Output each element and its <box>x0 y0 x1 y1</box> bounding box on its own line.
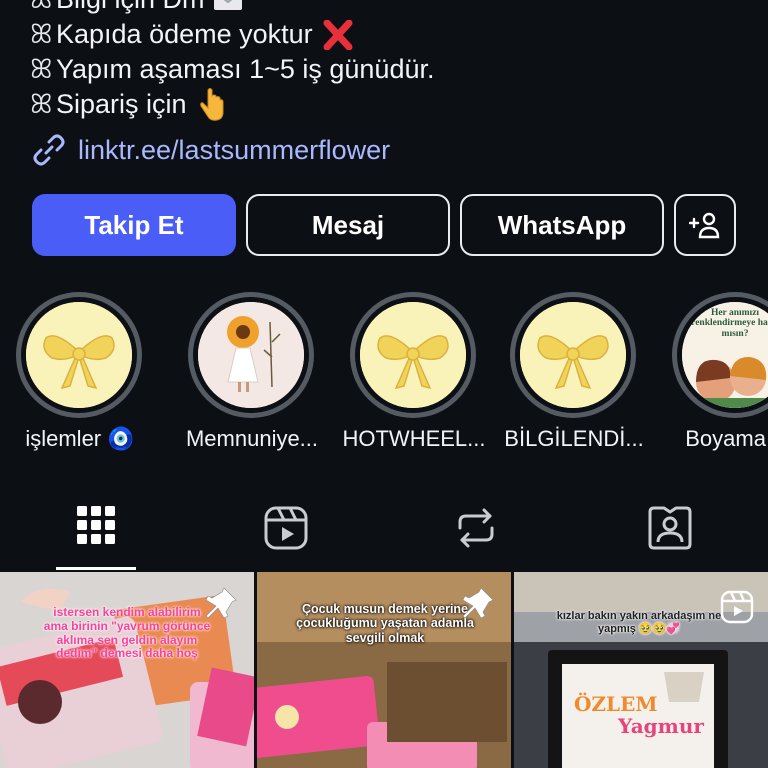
post-thumbnail[interactable]: kızlar bakın yakın arkadaşım ne yapmış 🥹… <box>514 572 768 768</box>
highlight-ring: Her anımızı renklendirmeye hazır mısın? <box>672 292 768 418</box>
highlight-label: işlemler 🧿 <box>25 426 135 451</box>
tab-reels[interactable] <box>190 490 382 570</box>
ribbon-icon: ꕤ <box>30 89 53 119</box>
post-overlay-text: istersen kendim alabilirim ama birinin "… <box>43 605 211 661</box>
highlight-ring <box>510 292 636 418</box>
highlight-ring-inner <box>193 297 309 413</box>
bio-link[interactable]: linktr.ee/lastsummerflower <box>32 133 390 167</box>
cross-mark-icon <box>321 19 355 50</box>
tab-tagged[interactable] <box>574 490 766 570</box>
add-friend-button[interactable] <box>674 194 736 256</box>
tagged-icon <box>648 506 692 550</box>
reposts-icon <box>458 508 494 548</box>
yellow-bow-image <box>520 302 626 408</box>
frame-name-1: ÖZLEM <box>574 692 658 716</box>
highlight-ring-inner <box>21 297 137 413</box>
yellow-bow-image <box>360 302 466 408</box>
bio-section: ꕤ Bilgi için Dm ꕤ Kapıda ödeme yoktur ꕤ … <box>30 0 750 122</box>
yellow-bow-image <box>26 302 132 408</box>
highlight-label: Memnuniye... <box>185 426 319 451</box>
highlight-ring <box>350 292 476 418</box>
bio-text: Kapıda ödeme yoktur <box>56 19 313 49</box>
highlight-label: Boyama K <box>685 426 768 451</box>
ribbon-icon: ꕤ <box>30 0 56 17</box>
active-tab-indicator <box>56 567 136 570</box>
highlight-caption: Her anımızı renklendirmeye hazır mısın? <box>691 308 768 339</box>
grid-icon <box>77 506 115 544</box>
highlight-ring-inner <box>515 297 631 413</box>
reels-icon <box>720 590 754 624</box>
post-overlay-text: Çocuk musun demek yerine çocukluğumu yaş… <box>296 602 474 645</box>
tab-grid[interactable] <box>0 490 192 570</box>
sunflower-girl-image <box>198 302 304 408</box>
ribbon-icon: ꕤ <box>30 54 53 84</box>
post-grid: istersen kendim alabilirim ama birinin "… <box>0 572 768 768</box>
profile-tabs <box>0 490 768 570</box>
point-down-icon <box>199 87 225 122</box>
reels-icon <box>264 506 308 550</box>
post-overlay-text: kızlar bakın yakın arkadaşım ne yapmış 🥹… <box>556 610 722 635</box>
tab-reposts[interactable] <box>380 490 572 570</box>
message-button[interactable]: Mesaj <box>246 194 450 256</box>
link-text[interactable]: linktr.ee/lastsummerflower <box>78 135 390 166</box>
bio-line: ꕤ Yapım aşaması 1~5 iş günüdür. <box>30 52 750 87</box>
bio-text: Bilgi için Dm <box>56 0 205 17</box>
add-person-icon <box>689 212 720 239</box>
couple-illustration-image: Her anımızı renklendirmeye hazır mısın? <box>682 302 768 408</box>
highlight-ring <box>16 292 142 418</box>
highlight-label: HOTWHEEL... <box>342 426 486 451</box>
envelope-icon <box>213 0 243 12</box>
highlight-label: BİLGİLENDİ... <box>504 426 644 451</box>
bio-text: Yapım aşaması 1~5 iş günüdür. <box>56 54 435 84</box>
highlight-ring-inner: Her anımızı renklendirmeye hazır mısın? <box>677 297 768 413</box>
pin-icon <box>205 587 237 619</box>
ribbon-icon: ꕤ <box>30 19 53 49</box>
bio-text: Sipariş için <box>56 89 187 119</box>
bio-line: ꕤ Bilgi için Dm <box>30 0 750 17</box>
post-thumbnail[interactable]: istersen kendim alabilirim ama birinin "… <box>0 572 254 768</box>
pin-icon <box>462 587 494 619</box>
follow-button[interactable]: Takip Et <box>32 194 236 256</box>
link-icon <box>32 133 66 167</box>
whatsapp-button[interactable]: WhatsApp <box>460 194 664 256</box>
bio-line: ꕤ Sipariş için <box>30 87 750 122</box>
post-thumbnail[interactable]: Çocuk musun demek yerine çocukluğumu yaş… <box>257 572 511 768</box>
highlight-ring <box>188 292 314 418</box>
highlight-ring-inner <box>355 297 471 413</box>
story-highlights: işlemler 🧿 Memnuniye... HOTWHEEL... BİLG… <box>0 292 768 462</box>
profile-actions: Takip Et Mesaj WhatsApp <box>32 194 736 256</box>
bio-line: ꕤ Kapıda ödeme yoktur <box>30 17 750 52</box>
frame-name-2: Yagmur <box>618 714 704 738</box>
